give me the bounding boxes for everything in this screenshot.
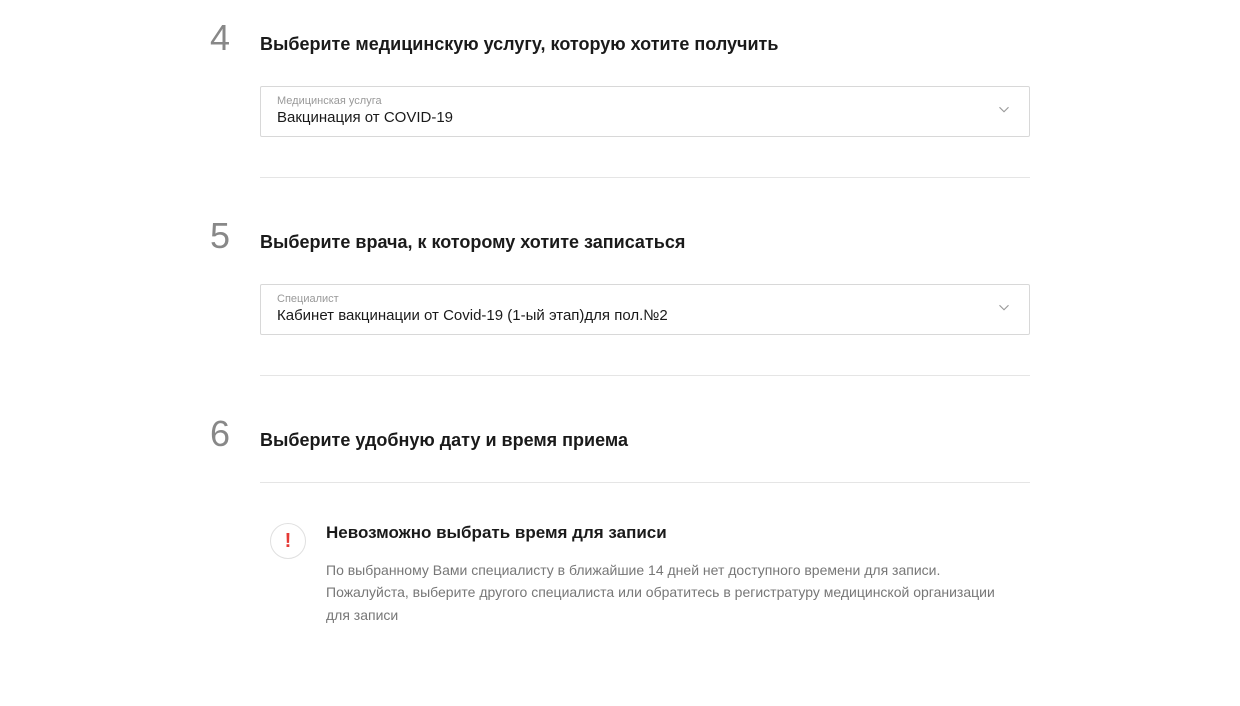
step-6-number: 6 (210, 416, 240, 452)
alert-content: Невозможно выбрать время для записи По в… (326, 523, 1020, 626)
alert-icon-wrap: ! (270, 523, 306, 559)
step-5-number: 5 (210, 218, 240, 254)
divider (260, 375, 1030, 376)
step-4-title: Выберите медицинскую услугу, которую хот… (260, 34, 778, 55)
alert-box: ! Невозможно выбрать время для записи По… (260, 503, 1030, 646)
alert-title: Невозможно выбрать время для записи (326, 523, 1020, 543)
medical-service-select[interactable]: Медицинская услуга Вакцинация от COVID-1… (260, 86, 1030, 137)
step-6-title: Выберите удобную дату и время приема (260, 430, 628, 451)
step-5: 5 Выберите врача, к которому хотите запи… (210, 218, 1030, 335)
chevron-down-icon (995, 298, 1013, 321)
divider (260, 177, 1030, 178)
specialist-select[interactable]: Специалист Кабинет вакцинации от Covid-1… (260, 284, 1030, 335)
specialist-label: Специалист (277, 293, 989, 305)
exclamation-icon: ! (285, 530, 292, 553)
chevron-down-icon (995, 100, 1013, 123)
step-6-content: ! Невозможно выбрать время для записи По… (260, 482, 1030, 646)
step-5-content: Специалист Кабинет вакцинации от Covid-1… (260, 284, 1030, 335)
step-5-title: Выберите врача, к которому хотите записа… (260, 232, 685, 253)
step-5-header: 5 Выберите врача, к которому хотите запи… (210, 218, 1030, 254)
medical-service-label: Медицинская услуга (277, 95, 989, 107)
specialist-value: Кабинет вакцинации от Covid-19 (1-ый эта… (277, 307, 989, 324)
form-container: 4 Выберите медицинскую услугу, которую х… (210, 0, 1030, 706)
medical-service-value: Вакцинация от COVID-19 (277, 109, 989, 126)
step-4-number: 4 (210, 20, 240, 56)
step-6-header: 6 Выберите удобную дату и время приема (210, 416, 1030, 452)
alert-text: По выбранному Вами специалисту в ближайш… (326, 559, 1020, 626)
step-4-content: Медицинская услуга Вакцинация от COVID-1… (260, 86, 1030, 137)
step-4: 4 Выберите медицинскую услугу, которую х… (210, 20, 1030, 137)
step-6: 6 Выберите удобную дату и время приема !… (210, 416, 1030, 646)
step-4-header: 4 Выберите медицинскую услугу, которую х… (210, 20, 1030, 56)
